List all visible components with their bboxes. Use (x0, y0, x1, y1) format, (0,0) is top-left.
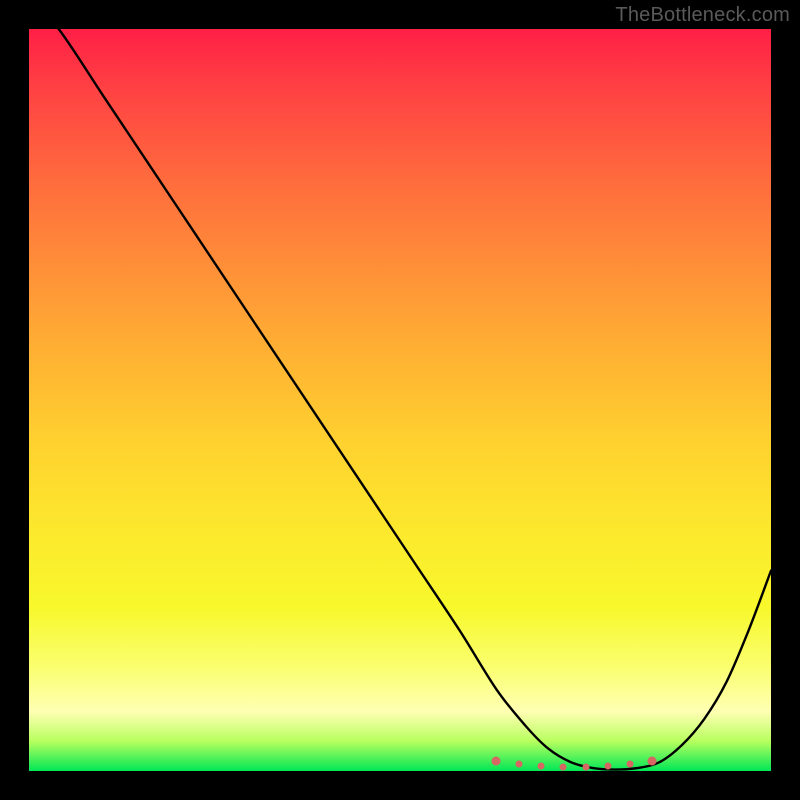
min-band-dots (29, 29, 771, 771)
dot (537, 762, 544, 769)
dot (515, 760, 522, 767)
dot (560, 764, 567, 771)
dot (604, 762, 611, 769)
dot (492, 756, 501, 765)
plot-area (29, 29, 771, 771)
watermark-text: TheBottleneck.com (615, 4, 790, 27)
chart-frame: TheBottleneck.com (0, 0, 800, 800)
dot (627, 760, 634, 767)
dot (582, 764, 589, 771)
dot (648, 756, 657, 765)
